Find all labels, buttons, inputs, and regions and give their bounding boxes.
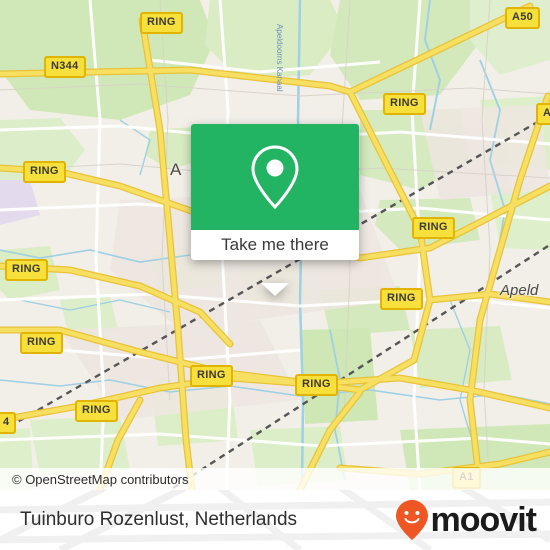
shield-ring-3: RING [23,161,66,183]
shield-ring-8: RING [190,365,233,387]
shield-ring-1: RING [140,12,183,34]
shield-ring-4: RING [412,217,455,239]
osm-attribution-text: © OpenStreetMap contributors [12,471,189,487]
map-canvas[interactable]: A Apeld Apeldoorns Kanaal RING A50 N344 RIN… [0,0,550,490]
shield-a50-top: A50 [505,7,541,29]
place-title: Tuinburo Rozenlust, Netherlands [20,509,298,530]
callout-pointer [261,283,289,296]
map-label-district: Apeld [500,282,539,299]
shield-ring-2: RING [383,93,426,115]
take-me-there-label: Take me there [221,235,329,254]
shield-ring-9: RING [295,374,338,396]
shield-a50-right: A5 [536,103,550,125]
osm-attribution-bar: © OpenStreetMap contributors [0,468,550,490]
footer-bar: Tuinburo Rozenlust, Netherlands moovit [0,490,550,550]
shield-ring-10: RING [75,400,118,422]
shield-a1-left: 4 [0,412,17,434]
moovit-place-card-screenshot: A Apeld Apeldoorns Kanaal RING A50 N344 RIN… [0,0,550,550]
moovit-logo[interactable]: moovit [395,490,537,550]
callout-header [191,124,359,230]
shield-ring-5: RING [5,259,48,281]
moovit-smiley-pin-icon [395,500,428,540]
shield-n344: N344 [44,56,86,78]
place-callout-card[interactable]: Take me there [191,124,359,296]
take-me-there-button[interactable]: Take me there [191,230,359,260]
shield-ring-6: RING [380,288,423,310]
map-label-city: A [170,160,182,179]
map-label-water: Apeldoorns Kanaal [275,24,284,92]
moovit-wordmark: moovit [430,500,537,539]
map-pin-icon [251,145,299,210]
shield-ring-7: RING [20,332,63,354]
